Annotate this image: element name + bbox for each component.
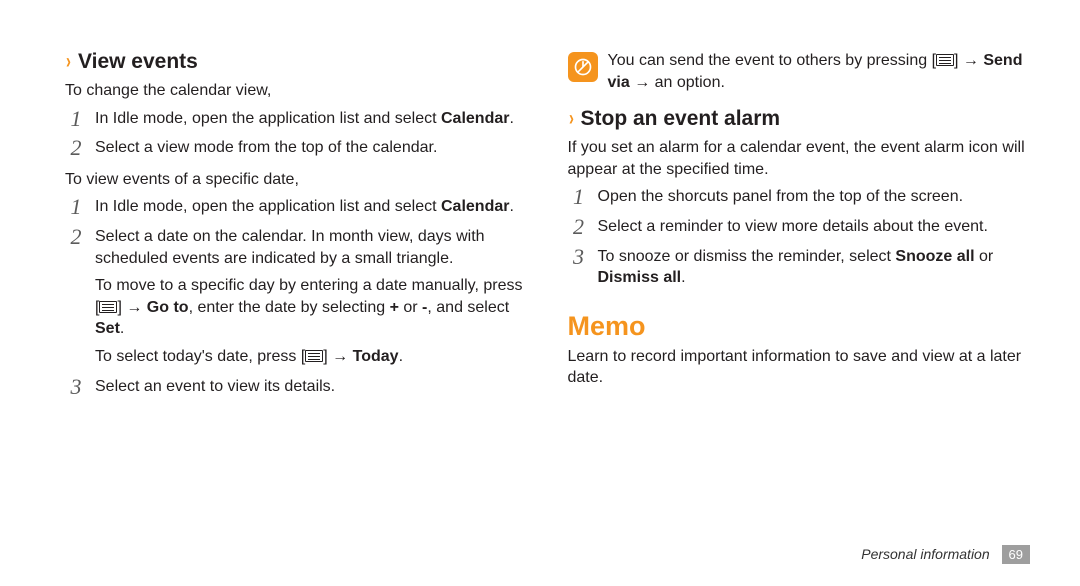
heading-text: View events — [78, 50, 198, 74]
heading-view-events: › View events — [65, 50, 528, 74]
footer: Personal information 69 — [861, 545, 1030, 564]
heading-memo: Memo — [568, 311, 1031, 342]
page-number: 69 — [1002, 545, 1030, 564]
menu-icon — [99, 301, 117, 313]
steps-change-view: In Idle mode, open the application list … — [65, 108, 528, 159]
step-sub-today: To select today's date, press [] → Today… — [95, 346, 528, 368]
step-sub-goto: To move to a specific day by entering a … — [95, 275, 528, 340]
intro-change-view: To change the calendar view, — [65, 80, 528, 102]
menu-icon — [936, 54, 954, 66]
step: In Idle mode, open the application list … — [65, 108, 528, 130]
footer-label: Personal information — [861, 546, 989, 562]
steps-stop-alarm: Open the shorcuts panel from the top of … — [568, 186, 1031, 288]
intro-specific-date: To view events of a specific date, — [65, 169, 528, 191]
heading-text: Stop an event alarm — [581, 107, 781, 131]
left-column: › View events To change the calendar vie… — [65, 50, 528, 407]
step: Select an event to view its details. — [65, 376, 528, 398]
step: To snooze or dismiss the reminder, selec… — [568, 246, 1031, 289]
step: Select a date on the calendar. In month … — [65, 226, 528, 368]
page: › View events To change the calendar vie… — [0, 0, 1080, 407]
note-send-via: You can send the event to others by pres… — [568, 50, 1031, 93]
step: Select a reminder to view more details a… — [568, 216, 1031, 238]
memo-lead: Learn to record important information to… — [568, 346, 1031, 389]
heading-stop-alarm: › Stop an event alarm — [568, 107, 1031, 131]
steps-specific-date: In Idle mode, open the application list … — [65, 196, 528, 397]
right-column: You can send the event to others by pres… — [568, 50, 1031, 407]
chevron-icon: › — [66, 50, 71, 74]
step: Open the shorcuts panel from the top of … — [568, 186, 1031, 208]
step: In Idle mode, open the application list … — [65, 196, 528, 218]
chevron-icon: › — [569, 107, 574, 131]
intro-stop-alarm: If you set an alarm for a calendar event… — [568, 137, 1031, 180]
note-icon — [568, 52, 598, 82]
step: Select a view mode from the top of the c… — [65, 137, 528, 159]
menu-icon — [305, 350, 323, 362]
note-text: You can send the event to others by pres… — [608, 50, 1031, 93]
